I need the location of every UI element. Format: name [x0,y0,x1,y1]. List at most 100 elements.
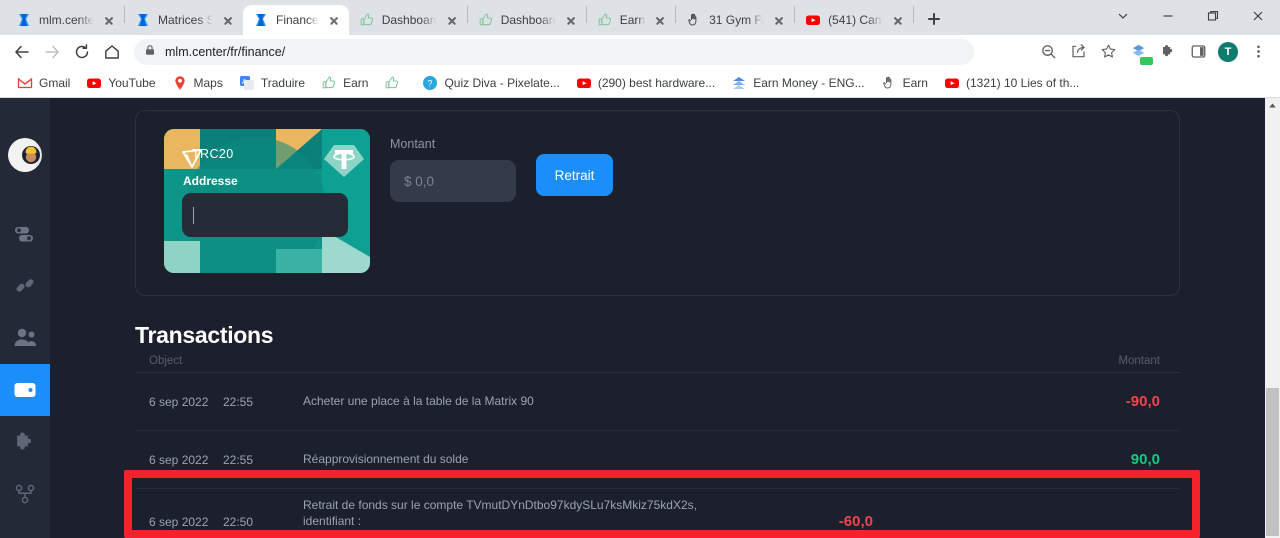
page-viewport: TRC20 Addresse Montant $ 0,0 Retrait Tra… [0,98,1280,538]
withdraw-submit-button[interactable]: Retrait [536,154,613,196]
browser-tab-1[interactable]: Matrices Sm [125,5,243,35]
close-icon[interactable] [652,12,668,28]
chevron-badge-icon [731,75,747,91]
sidebar-item-toggles[interactable] [0,208,50,260]
maps-icon [172,75,188,91]
browser-tab-5[interactable]: Earn [587,5,675,35]
bookmark-earn-money[interactable]: Earn Money - ENG... [723,72,872,94]
youtube-icon [86,75,102,91]
column-header-object: Object [149,355,183,367]
browser-tab-7[interactable]: (541) Can Y [795,5,913,35]
mlm-icon [253,12,269,28]
bookmark-10-lies[interactable]: (1321) 10 Lies of th... [936,72,1087,94]
sidebar-item-network[interactable] [0,468,50,520]
close-icon[interactable] [444,12,460,28]
translate-icon: A [239,75,255,91]
bookmark-earn-1[interactable]: Earn [313,72,376,94]
back-icon[interactable] [8,38,36,66]
browser-tab-3[interactable]: Dashboard [349,5,467,35]
youtube-icon [805,12,821,28]
bookmark-label: Quiz Diva - Pixelate... [444,75,560,90]
bookmark-quiz-diva[interactable]: ? Quiz Diva - Pixelate... [414,72,567,94]
bookmark-label: Gmail [39,75,71,90]
browser-tab-6[interactable]: 31 Gym Fail [676,5,794,35]
reload-icon[interactable] [68,38,96,66]
bookmark-label: Maps [193,75,223,90]
tab-divider [913,6,915,23]
bookmark-star-icon[interactable] [1094,38,1122,66]
main-content: TRC20 Addresse Montant $ 0,0 Retrait Tra… [50,98,1265,538]
address-bar[interactable]: mlm.center/fr/finance/ [134,38,974,65]
profile-avatar[interactable]: T [1214,38,1242,66]
tab-title: Dashboard [381,13,437,27]
tab-strip: mlm.center Matrices Sm Finance Dashboard [0,0,1280,35]
bookmark-best-hardware[interactable]: (290) best hardware... [568,72,723,94]
table-row[interactable]: 6 sep 2022 22:55 Réapprovisionnement du … [135,431,1180,489]
bookmark-maps[interactable]: Maps [164,72,231,94]
close-icon[interactable] [563,12,579,28]
card-network-label: TRC20 [186,147,234,161]
close-icon[interactable] [326,12,342,28]
sidebar-item-link[interactable] [0,260,50,312]
puzzle-icon [17,432,31,450]
close-icon[interactable] [1235,0,1280,32]
tab-title: 31 Gym Fail [709,13,764,27]
browser-tab-0[interactable]: mlm.center [6,5,124,35]
bookmark-earn-2[interactable]: Earn [873,72,936,94]
sidebar-item-users[interactable] [0,312,50,364]
page-scrollbar[interactable] [1265,98,1280,538]
sidebar-item-extensions[interactable] [0,416,50,468]
sidebar-item-wallet[interactable] [0,364,50,416]
bookmark-icon-only[interactable] [376,72,414,94]
scroll-up-arrow-icon[interactable] [1265,98,1280,113]
hand-icon [881,75,897,91]
toolbar-icons: T [1034,38,1272,66]
side-panel-icon[interactable] [1184,38,1212,66]
extension-badge-icon[interactable] [1124,38,1153,66]
browser-tab-2-active[interactable]: Finance [243,5,349,35]
youtube-icon [576,75,592,91]
bookmark-youtube[interactable]: YouTube [78,72,163,94]
table-row[interactable]: 6 sep 2022 22:55 Acheter une place à la … [135,373,1180,431]
bookmark-label: Traduire [260,75,306,90]
bookmark-label: Earn [902,75,928,90]
forward-icon[interactable] [38,38,66,66]
scrollbar-thumb[interactable] [1266,388,1279,536]
share-icon[interactable] [1064,38,1092,66]
bookmark-gmail[interactable]: Gmail [9,72,78,94]
youtube-icon [944,75,960,91]
three-dot-menu-icon[interactable] [1244,38,1272,66]
minimize-icon[interactable] [1145,0,1190,32]
gmail-icon [17,75,33,91]
extensions-puzzle-icon[interactable] [1154,38,1182,66]
restore-icon[interactable] [1190,0,1235,32]
new-tab-button[interactable] [920,5,948,33]
zoom-out-icon[interactable] [1034,38,1062,66]
chevron-down-icon[interactable] [1100,0,1145,32]
amount-input[interactable]: $ 0,0 [390,160,516,202]
tab-title: Dashboard [500,13,556,27]
transaction-time: 22:50 [223,514,254,529]
amount-field-group: Montant $ 0,0 [390,129,516,202]
mlm-icon [16,12,32,28]
app-sidebar [0,98,50,538]
browser-window: mlm.center Matrices Sm Finance Dashboard [0,0,1280,538]
close-icon[interactable] [771,12,787,28]
close-icon[interactable] [220,12,236,28]
browser-tab-4[interactable]: Dashboard [468,5,586,35]
close-icon[interactable] [101,12,117,28]
table-row[interactable]: 6 sep 2022 22:50 Retrait de fonds sur le… [135,489,1180,538]
tab-title: (541) Can Y [828,13,883,27]
bookmark-traduire[interactable]: A Traduire [231,72,313,94]
url-text: mlm.center/fr/finance/ [165,44,286,59]
quiz-icon: ? [422,75,438,91]
transaction-time: 22:55 [223,394,254,409]
close-icon[interactable] [890,12,906,28]
thumbsup-icon [597,12,613,28]
user-avatar[interactable] [8,138,42,172]
transaction-amount: -60,0 [838,513,873,530]
home-icon[interactable] [98,38,126,66]
transaction-amount: -90,0 [1125,393,1160,410]
thumbsup-icon [478,12,494,28]
address-input[interactable] [182,193,348,237]
